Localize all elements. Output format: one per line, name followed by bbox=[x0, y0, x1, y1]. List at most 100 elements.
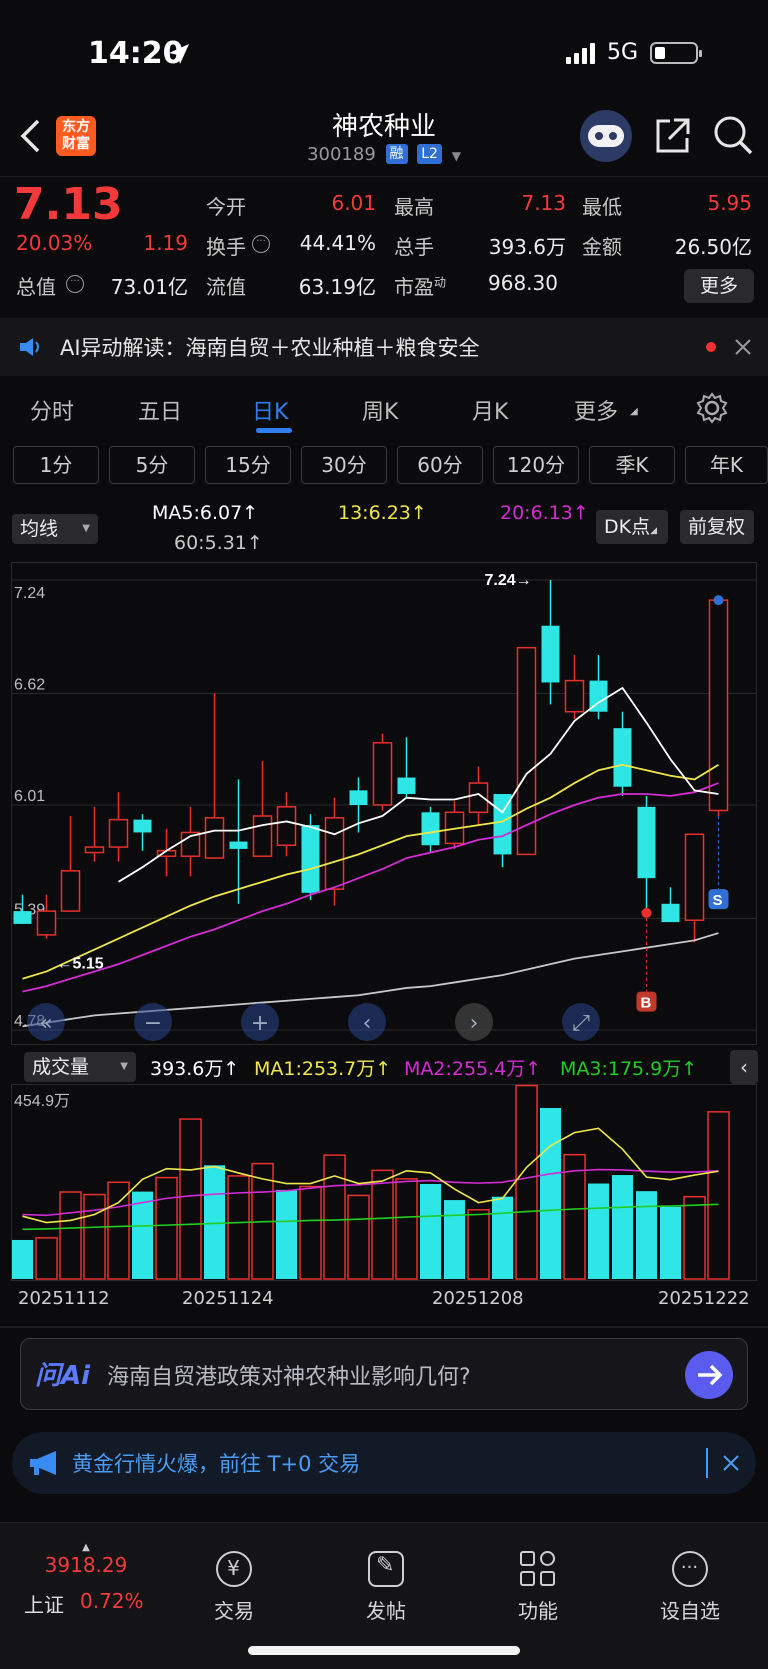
volume-chart[interactable]: 454.9万 bbox=[11, 1084, 757, 1284]
candle-body bbox=[372, 742, 393, 806]
market-index[interactable]: ▲ 3918.29 bbox=[38, 1543, 134, 1578]
next-control-icon[interactable]: › bbox=[455, 1003, 493, 1041]
volume-indicator-selector[interactable]: 成交量 ▼ bbox=[24, 1052, 136, 1082]
date-label: 20251222 bbox=[658, 1288, 750, 1309]
stock-code: 300189 bbox=[307, 144, 376, 165]
candlestick-chart[interactable]: 7.246.626.015.394.787.24→←5.15BS«−+‹›⤢ bbox=[11, 562, 757, 1046]
fullscreen-control-icon[interactable]: ⤢ bbox=[562, 1003, 600, 1041]
indicator-selector[interactable]: 均线 ▼ bbox=[12, 514, 98, 544]
high-annotation: 7.24→ bbox=[485, 572, 532, 589]
close-icon[interactable] bbox=[734, 338, 752, 356]
ai-insight-bar[interactable]: AI异动解读：海南自贸＋农业种植＋粮食安全 bbox=[0, 318, 768, 376]
tab-30min[interactable]: 30分 bbox=[301, 446, 387, 484]
more-dots-icon: ··· bbox=[672, 1551, 708, 1587]
volume-bar bbox=[107, 1181, 130, 1280]
volume-bar bbox=[612, 1175, 633, 1279]
volume-current: 393.6万↑ bbox=[150, 1058, 240, 1080]
nav-watchlist[interactable]: ··· 设自选 bbox=[630, 1551, 750, 1624]
tab-daily-k[interactable]: 日K bbox=[252, 394, 288, 426]
last-price: 7.13 bbox=[14, 179, 123, 230]
volume-bar bbox=[59, 1191, 82, 1280]
low-annotation: ←5.15 bbox=[57, 955, 104, 972]
volume-bar bbox=[227, 1175, 250, 1280]
y-tick-label: 6.01 bbox=[14, 788, 45, 805]
zoom-out-control-icon[interactable]: − bbox=[134, 1003, 172, 1041]
ai-logo: 问Ai bbox=[35, 1361, 91, 1391]
ai-question-text: 海南自贸港政策对神农种业影响几何? bbox=[107, 1365, 471, 1390]
promo-banner[interactable]: 黄金行情火爆，前往 T+0 交易 bbox=[12, 1432, 756, 1494]
volume-bar bbox=[588, 1183, 609, 1279]
prev-control-glyph: ‹ bbox=[363, 1011, 372, 1036]
period-tabs: 分时 五日 日K 周K 月K 更多 ◢ bbox=[0, 380, 768, 440]
volume-bar bbox=[492, 1196, 513, 1279]
amount-label: 金额 bbox=[582, 235, 622, 259]
arrow-right-icon bbox=[698, 1364, 723, 1386]
stock-header: 东方财富 神农种业 300189 融 L2 ▼ bbox=[0, 100, 768, 176]
candle-body bbox=[60, 870, 81, 912]
forward-adjust-button[interactable]: 前复权 bbox=[680, 510, 754, 544]
margin-tag: 融 bbox=[385, 144, 408, 164]
candle-body bbox=[204, 817, 225, 859]
ma60-value: 60:5.31↑ bbox=[174, 532, 263, 554]
prev-control-icon[interactable]: ‹ bbox=[348, 1003, 386, 1041]
volume-bar bbox=[420, 1183, 441, 1279]
y-tick-label: 6.62 bbox=[14, 676, 45, 693]
volume-ma3: MA3:175.9万↑ bbox=[560, 1058, 698, 1080]
volume-bar bbox=[204, 1165, 225, 1279]
tab-weekly-k[interactable]: 周K bbox=[362, 394, 398, 426]
info-icon[interactable]: ··· bbox=[66, 275, 84, 293]
tab-60min[interactable]: 60分 bbox=[397, 446, 483, 484]
nav-functions[interactable]: 功能 bbox=[478, 1551, 598, 1624]
volume-bar bbox=[515, 1084, 538, 1280]
zoom-in-control-icon[interactable]: + bbox=[241, 1003, 279, 1041]
y-tick-label: 7.24 bbox=[14, 585, 45, 602]
nav-post[interactable]: ✎ 发帖 bbox=[326, 1551, 446, 1624]
next-control-glyph: › bbox=[470, 1011, 479, 1036]
rewind-control-icon[interactable]: « bbox=[27, 1003, 65, 1041]
unread-dot bbox=[706, 342, 716, 352]
volume-bar bbox=[323, 1154, 346, 1280]
tab-monthly-k[interactable]: 月K bbox=[472, 394, 508, 426]
tab-120min[interactable]: 120分 bbox=[493, 446, 579, 484]
nav-trade[interactable]: ¥ 交易 bbox=[174, 1551, 294, 1624]
location-arrow-icon bbox=[169, 44, 189, 64]
close-icon[interactable] bbox=[722, 1454, 740, 1472]
sell-marker-label: S bbox=[713, 892, 723, 909]
date-label: 20251208 bbox=[432, 1288, 524, 1309]
active-tab-indicator bbox=[256, 428, 292, 433]
tab-five-day[interactable]: 五日 bbox=[138, 394, 182, 426]
settings-gear-icon[interactable] bbox=[696, 392, 728, 424]
candle-body bbox=[708, 599, 729, 812]
volume-bar bbox=[83, 1193, 106, 1280]
send-button[interactable] bbox=[685, 1351, 733, 1399]
search-icon[interactable] bbox=[712, 114, 754, 156]
pe-label: 市盈动 bbox=[394, 275, 447, 299]
high-label: 最高 bbox=[394, 195, 434, 219]
amount-value: 26.50亿 bbox=[674, 235, 752, 259]
zoom-out-control-glyph: − bbox=[144, 1011, 162, 1036]
tab-more[interactable]: 更多 bbox=[574, 394, 618, 426]
tab-1min[interactable]: 1分 bbox=[13, 446, 99, 484]
tab-year-k[interactable]: 年K bbox=[685, 446, 768, 484]
tab-quarter-k[interactable]: 季K bbox=[589, 446, 675, 484]
assistant-avatar[interactable] bbox=[580, 110, 632, 162]
candle-body bbox=[324, 817, 345, 890]
volume-value: 393.6万 bbox=[488, 235, 566, 259]
ai-question-box[interactable]: 问Ai 海南自贸港政策对神农种业影响几何? bbox=[20, 1338, 748, 1410]
tab-15min[interactable]: 15分 bbox=[205, 446, 291, 484]
share-icon[interactable] bbox=[652, 116, 692, 156]
rewind-control-glyph: « bbox=[39, 1011, 52, 1036]
candle-body bbox=[229, 841, 248, 849]
ma13-line bbox=[22, 763, 719, 980]
tab-intraday[interactable]: 分时 bbox=[30, 394, 74, 426]
tab-5min[interactable]: 5分 bbox=[109, 446, 195, 484]
ai-insight-text: AI异动解读：海南自贸＋农业种植＋粮食安全 bbox=[60, 336, 480, 360]
collapse-arrow-icon[interactable]: ‹ bbox=[730, 1050, 758, 1084]
volume-max-label: 454.9万 bbox=[14, 1093, 70, 1110]
battery-icon bbox=[650, 41, 702, 64]
change-percent: 20.03% bbox=[16, 231, 93, 255]
dk-point-button[interactable]: DK点◢ bbox=[596, 510, 668, 544]
turnover-info-icon[interactable]: ··· bbox=[252, 235, 270, 253]
index-change: 0.72% bbox=[80, 1589, 144, 1613]
more-button[interactable]: 更多 bbox=[684, 269, 754, 303]
